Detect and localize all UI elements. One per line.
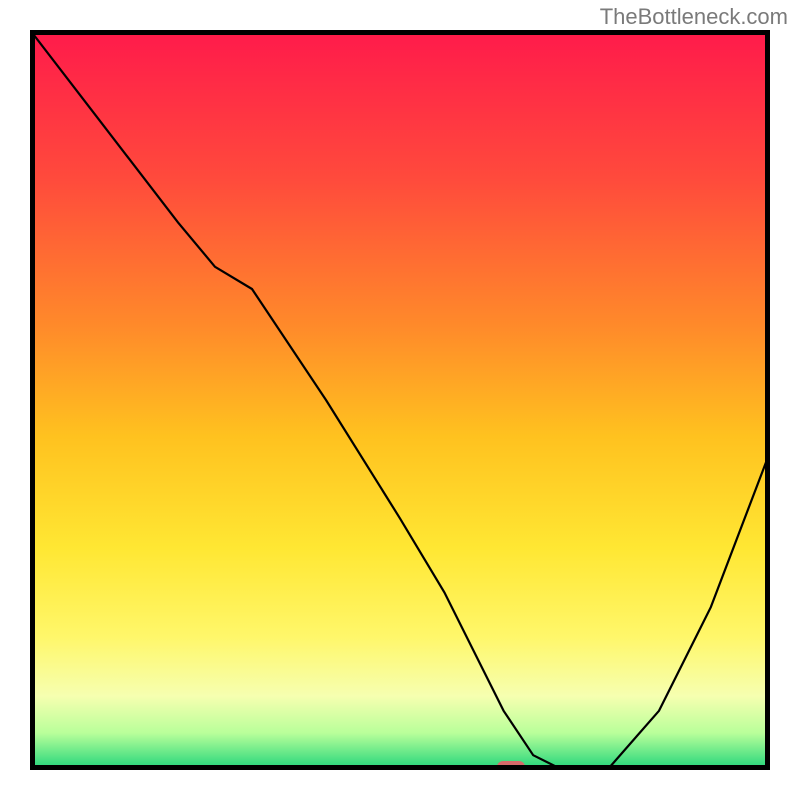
watermark-text: TheBottleneck.com	[600, 4, 788, 30]
axes-frame-left-bottom	[30, 30, 770, 770]
